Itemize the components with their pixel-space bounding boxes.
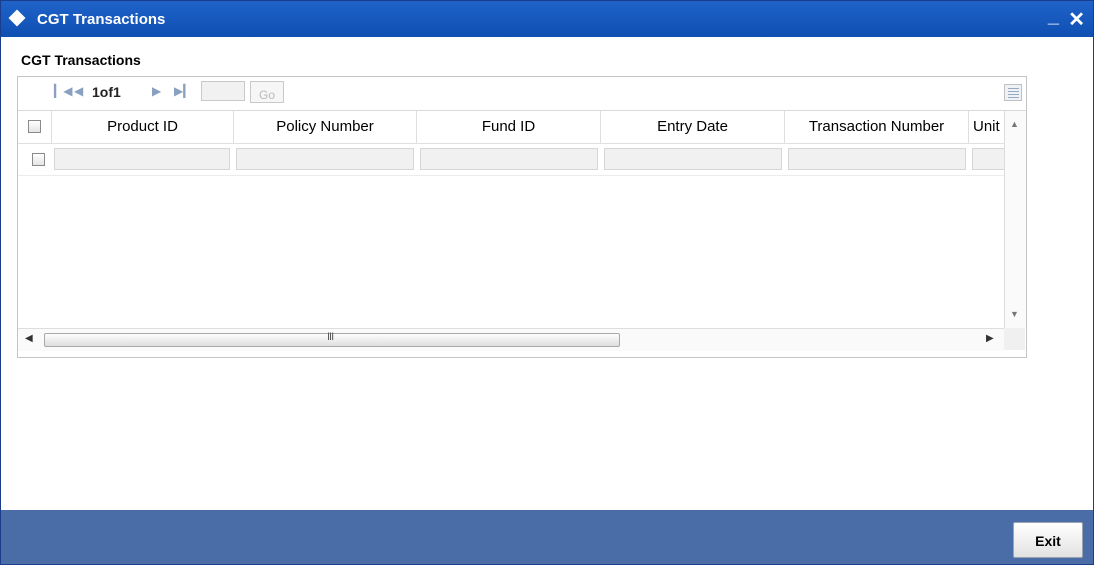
table-header: Product ID Policy Number Fund ID Entry D…: [18, 111, 1004, 144]
cgt-transactions-window: CGT Transactions _ ✕ CGT Transactions ▎◀…: [0, 0, 1094, 565]
scroll-grip: III: [327, 331, 334, 343]
page-number-input[interactable]: [201, 81, 245, 101]
first-page-icon[interactable]: ▎◀: [54, 84, 72, 98]
minimize-button[interactable]: _: [1048, 5, 1059, 28]
page-indicator: 1of1: [92, 84, 121, 100]
grid-toolbar: ▎◀ ◀ 1of1 ▶ ▶▎ Go: [18, 77, 1026, 111]
scroll-corner: [1004, 328, 1025, 350]
column-header-fund-id[interactable]: Fund ID: [417, 111, 601, 143]
column-header-policy-number[interactable]: Policy Number: [234, 111, 417, 143]
horizontal-scroll-thumb[interactable]: III: [44, 331, 620, 347]
horizontal-scrollbar[interactable]: ◀ III ▶: [18, 328, 1004, 351]
exit-button[interactable]: Exit: [1013, 522, 1083, 558]
product-id-field[interactable]: [54, 148, 230, 170]
header-select-all-cell: [18, 111, 52, 143]
window-title: CGT Transactions: [37, 11, 166, 28]
entry-date-field[interactable]: [604, 148, 782, 170]
table-row: [18, 143, 1004, 176]
title-bar: CGT Transactions _ ✕: [1, 1, 1093, 37]
column-header-unit[interactable]: Unit: [969, 111, 1004, 143]
row-checkbox[interactable]: [32, 153, 45, 166]
go-button[interactable]: Go: [250, 81, 284, 103]
column-header-entry-date[interactable]: Entry Date: [601, 111, 785, 143]
footer-bar: Exit: [1, 510, 1093, 564]
unit-field[interactable]: [972, 148, 1004, 170]
transactions-grid: ▎◀ ◀ 1of1 ▶ ▶▎ Go Product ID Policy Numb…: [17, 76, 1027, 358]
fund-id-field[interactable]: [420, 148, 598, 170]
scroll-left-icon[interactable]: ◀: [25, 333, 33, 344]
next-page-icon[interactable]: ▶: [152, 84, 161, 98]
column-settings-icon[interactable]: [1004, 84, 1022, 101]
diamond-icon: [8, 9, 26, 27]
vertical-scrollbar[interactable]: ▲ ▼: [1004, 111, 1026, 328]
close-button[interactable]: ✕: [1068, 7, 1085, 32]
prev-page-icon[interactable]: ◀: [74, 84, 83, 98]
scroll-up-icon[interactable]: ▲: [1010, 119, 1019, 129]
select-all-checkbox[interactable]: [28, 120, 41, 133]
scroll-down-icon[interactable]: ▼: [1010, 309, 1019, 319]
column-header-transaction-number[interactable]: Transaction Number: [785, 111, 969, 143]
last-page-icon[interactable]: ▶▎: [174, 84, 192, 98]
section-title: CGT Transactions: [21, 52, 141, 68]
scroll-right-icon[interactable]: ▶: [986, 333, 994, 344]
policy-number-field[interactable]: [236, 148, 414, 170]
column-header-product-id[interactable]: Product ID: [52, 111, 234, 143]
transaction-number-field[interactable]: [788, 148, 966, 170]
